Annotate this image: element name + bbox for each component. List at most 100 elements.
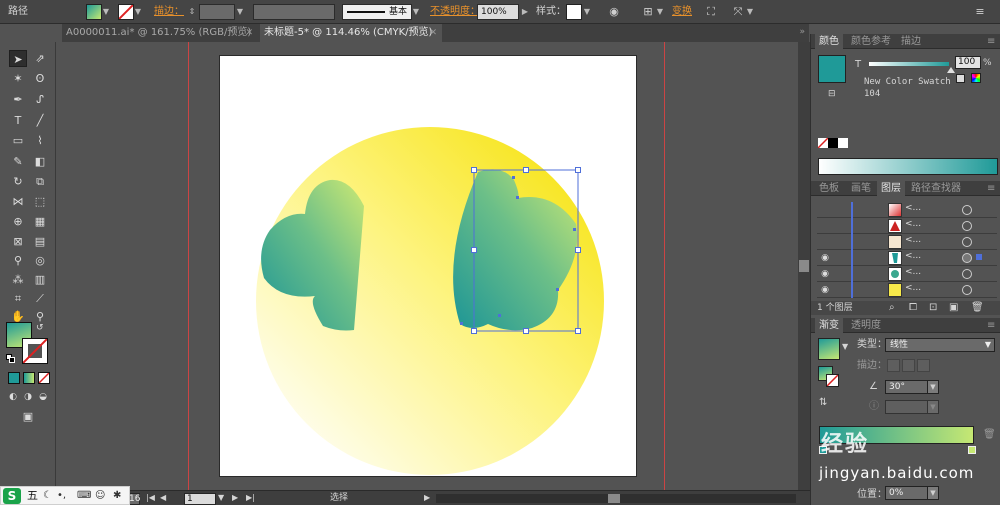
panel-menu-icon[interactable]: ≡ bbox=[983, 181, 999, 196]
swatch-mode-icon[interactable] bbox=[956, 74, 965, 83]
draw-normal-icon[interactable]: ◐ bbox=[6, 389, 20, 406]
perspective-grid-tool-icon[interactable]: ▦ bbox=[31, 213, 49, 230]
draw-inside-icon[interactable]: ◒ bbox=[36, 389, 50, 406]
new-sublayer-icon[interactable]: ⊡ bbox=[929, 301, 937, 315]
line-tool-icon[interactable]: ╱ bbox=[31, 112, 49, 129]
tab-pathfinder[interactable]: 路径查找器 bbox=[907, 181, 965, 196]
target-icon[interactable] bbox=[962, 205, 972, 215]
gradient-mode-button[interactable] bbox=[23, 372, 35, 384]
style-dropdown-icon[interactable]: ▼ bbox=[583, 4, 591, 20]
tab-layers[interactable]: 图层 bbox=[877, 181, 905, 196]
eyedropper-tool-icon[interactable]: ⚲ bbox=[9, 252, 27, 269]
sogou-logo-icon[interactable]: S bbox=[3, 488, 21, 504]
column-graph-tool-icon[interactable]: ▥ bbox=[31, 271, 49, 288]
tab-color[interactable]: 颜色 bbox=[815, 34, 843, 49]
delete-stop-icon[interactable]: 🗑 bbox=[983, 428, 996, 442]
settings-icon[interactable]: ✱ bbox=[113, 489, 121, 503]
fill-dropdown-icon[interactable]: ▼ bbox=[102, 4, 110, 20]
location-dropdown-icon[interactable]: ▼ bbox=[927, 486, 939, 500]
pen-tool-icon[interactable]: ✒ bbox=[9, 91, 27, 108]
symbol-sprayer-tool-icon[interactable]: ⁂ bbox=[9, 271, 27, 288]
artboard-field[interactable]: 1 bbox=[184, 493, 216, 505]
punctuation-icon[interactable]: •, bbox=[57, 489, 66, 503]
canvas-area[interactable] bbox=[62, 42, 798, 490]
default-colors-icon[interactable] bbox=[6, 354, 16, 364]
curvature-tool-icon[interactable]: ᔑ bbox=[31, 91, 49, 108]
width-tool-icon[interactable]: ⋈ bbox=[9, 193, 27, 210]
horizontal-scrollbar[interactable] bbox=[436, 494, 796, 503]
layer-row[interactable]: <... bbox=[817, 234, 997, 250]
tab-gradient[interactable]: 渐变 bbox=[815, 318, 843, 333]
slice-tool-icon[interactable]: ⟋ bbox=[31, 290, 49, 307]
first-artboard-icon[interactable]: |◀ bbox=[146, 492, 155, 504]
selected-art-indicator[interactable] bbox=[976, 254, 982, 260]
stroke-weight-stepper-icon[interactable]: ⇕ bbox=[188, 4, 196, 20]
paintbrush-tool-icon[interactable]: ⌇ bbox=[31, 132, 49, 149]
color-spectrum-ramp[interactable] bbox=[818, 158, 998, 175]
ime-mode-label[interactable]: 五 bbox=[27, 489, 38, 503]
gradient-tool-icon[interactable]: ▤ bbox=[31, 233, 49, 250]
magic-wand-tool-icon[interactable]: ✶ bbox=[9, 70, 27, 87]
blend-tool-icon[interactable]: ◎ bbox=[31, 252, 49, 269]
tab-color-guide[interactable]: 颜色参考 bbox=[847, 34, 895, 49]
more-dropdown-icon[interactable]: ▼ bbox=[746, 4, 754, 20]
tab-swatches[interactable]: 色板 bbox=[815, 181, 843, 196]
reverse-gradient-icon[interactable]: ⇅ bbox=[819, 396, 827, 410]
delete-layer-icon[interactable]: 🗑 bbox=[971, 301, 984, 315]
layer-row[interactable]: ◉ <... bbox=[817, 282, 997, 298]
visibility-eye-icon[interactable]: ◉ bbox=[819, 284, 831, 296]
vertical-scroll-thumb[interactable] bbox=[799, 260, 809, 272]
stroke-gradient-options[interactable] bbox=[887, 359, 931, 372]
visibility-eye-icon[interactable]: ◉ bbox=[819, 252, 831, 264]
vertical-scrollbar[interactable] bbox=[798, 42, 810, 490]
black-swatch[interactable] bbox=[828, 138, 838, 148]
stroke-style-field[interactable]: 基本 bbox=[342, 4, 412, 20]
tab-document-2[interactable]: 未标题-5* @ 114.46% (CMYK/预览) ✕ bbox=[260, 24, 442, 42]
style-swatch[interactable] bbox=[566, 4, 582, 20]
visibility-eye-icon[interactable]: ◉ bbox=[819, 268, 831, 280]
close-icon[interactable]: ✕ bbox=[245, 24, 253, 42]
panel-menu-icon[interactable]: ≡ bbox=[983, 34, 999, 49]
previous-artboard-icon[interactable]: ◀ bbox=[160, 492, 166, 504]
white-swatch[interactable] bbox=[838, 138, 848, 148]
artboard-dropdown-icon[interactable]: ▼ bbox=[218, 492, 224, 504]
fill-swatch[interactable] bbox=[86, 4, 102, 20]
free-transform-tool-icon[interactable]: ⬚ bbox=[31, 193, 49, 210]
transform-again-icon[interactable]: ⤧ bbox=[730, 4, 746, 20]
opacity-field[interactable]: 100% bbox=[477, 4, 519, 20]
tint-slider[interactable] bbox=[869, 62, 949, 66]
mesh-tool-icon[interactable]: ⊠ bbox=[9, 233, 27, 250]
panel-menu-icon[interactable]: ≡ bbox=[983, 318, 999, 333]
fill-stroke-indicator[interactable] bbox=[818, 366, 840, 388]
status-arrow-icon[interactable]: ▶ bbox=[424, 492, 430, 504]
direct-selection-tool-icon[interactable]: ⇗ bbox=[31, 50, 49, 67]
target-icon[interactable] bbox=[962, 285, 972, 295]
target-icon[interactable] bbox=[962, 269, 972, 279]
align-icon[interactable]: ⊞ bbox=[640, 4, 656, 20]
clipping-mask-icon[interactable]: ⧠ bbox=[909, 301, 917, 315]
opacity-label[interactable]: 不透明度： bbox=[430, 4, 480, 20]
last-artboard-icon[interactable]: ▶| bbox=[246, 492, 255, 504]
stroke-dropdown-icon[interactable]: ▼ bbox=[134, 4, 142, 20]
stroke-weight-field[interactable] bbox=[199, 4, 235, 20]
color-mode-button[interactable] bbox=[8, 372, 20, 384]
next-artboard-icon[interactable]: ▶ bbox=[232, 492, 238, 504]
pencil-tool-icon[interactable]: ✎ bbox=[9, 153, 27, 170]
keyboard-icon[interactable]: ⌨ bbox=[77, 489, 91, 503]
angle-dropdown-icon[interactable]: ▼ bbox=[927, 380, 939, 394]
lasso-tool-icon[interactable]: ʘ bbox=[31, 70, 49, 87]
rectangle-tool-icon[interactable]: ▭ bbox=[9, 132, 27, 149]
layer-row[interactable]: ◉ <... bbox=[817, 266, 997, 282]
gradient-type-select[interactable]: 线性 ▼ bbox=[885, 338, 995, 352]
stroke-style-dropdown-icon[interactable]: ▼ bbox=[412, 4, 420, 20]
tab-stroke[interactable]: 描边 bbox=[897, 34, 925, 49]
transform-label[interactable]: 变换 bbox=[672, 4, 692, 20]
locate-object-icon[interactable]: ⌕ bbox=[889, 301, 895, 315]
target-icon[interactable] bbox=[962, 221, 972, 231]
target-icon[interactable] bbox=[962, 253, 972, 263]
recolor-icon[interactable]: ◉ bbox=[606, 4, 622, 20]
gradient-stop-end[interactable] bbox=[968, 446, 976, 454]
horizontal-scroll-thumb[interactable] bbox=[608, 494, 620, 503]
scale-tool-icon[interactable]: ⧉ bbox=[31, 173, 49, 190]
layer-row[interactable]: ◉ <... bbox=[817, 250, 997, 266]
